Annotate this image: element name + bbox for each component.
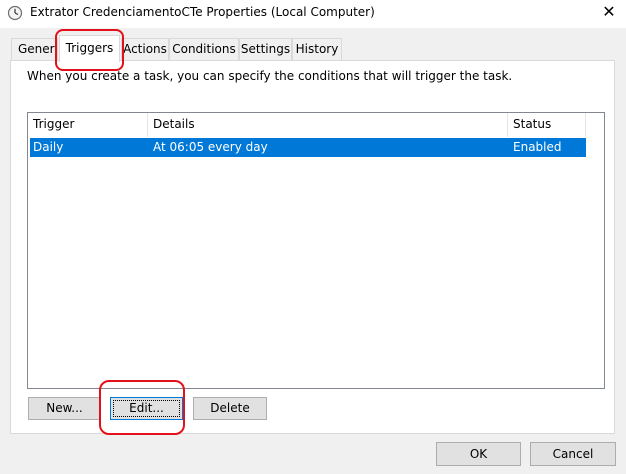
cancel-button[interactable]: Cancel: [530, 442, 616, 466]
close-icon: ✕: [602, 2, 616, 21]
tab-history[interactable]: History: [292, 38, 342, 60]
column-header-status[interactable]: Status: [508, 113, 586, 137]
tab-actions[interactable]: Actions: [121, 38, 169, 60]
tab-settings[interactable]: Settings: [239, 38, 292, 60]
table-row[interactable]: Daily At 06:05 every day Enabled: [30, 138, 586, 157]
ok-button[interactable]: OK: [436, 442, 521, 466]
focus-rectangle: [113, 400, 180, 417]
new-button[interactable]: New...: [28, 397, 101, 420]
instruction-text: When you create a task, you can specify …: [27, 69, 513, 83]
column-header-trigger[interactable]: Trigger: [28, 113, 148, 137]
window-title: Extrator CredenciamentoCTe Properties (L…: [30, 5, 375, 19]
clock-icon: [7, 5, 23, 21]
triggers-list[interactable]: Trigger Details Status Daily At 06:05 ev…: [27, 112, 605, 389]
tab-conditions[interactable]: Conditions: [169, 38, 239, 60]
edit-button[interactable]: Edit...: [110, 397, 183, 420]
tab-triggers[interactable]: Triggers: [59, 35, 120, 62]
list-header: Trigger Details Status: [28, 113, 604, 137]
triggers-panel: When you create a task, you can specify …: [10, 60, 615, 434]
close-button[interactable]: ✕: [592, 0, 626, 26]
delete-button[interactable]: Delete: [193, 397, 267, 420]
cell-trigger: Daily: [33, 140, 64, 154]
tab-general[interactable]: General: [11, 38, 58, 60]
column-header-details[interactable]: Details: [148, 113, 508, 137]
title-bar: Extrator CredenciamentoCTe Properties (L…: [0, 0, 626, 28]
cell-status: Enabled: [513, 140, 562, 154]
cell-details: At 06:05 every day: [153, 140, 268, 154]
